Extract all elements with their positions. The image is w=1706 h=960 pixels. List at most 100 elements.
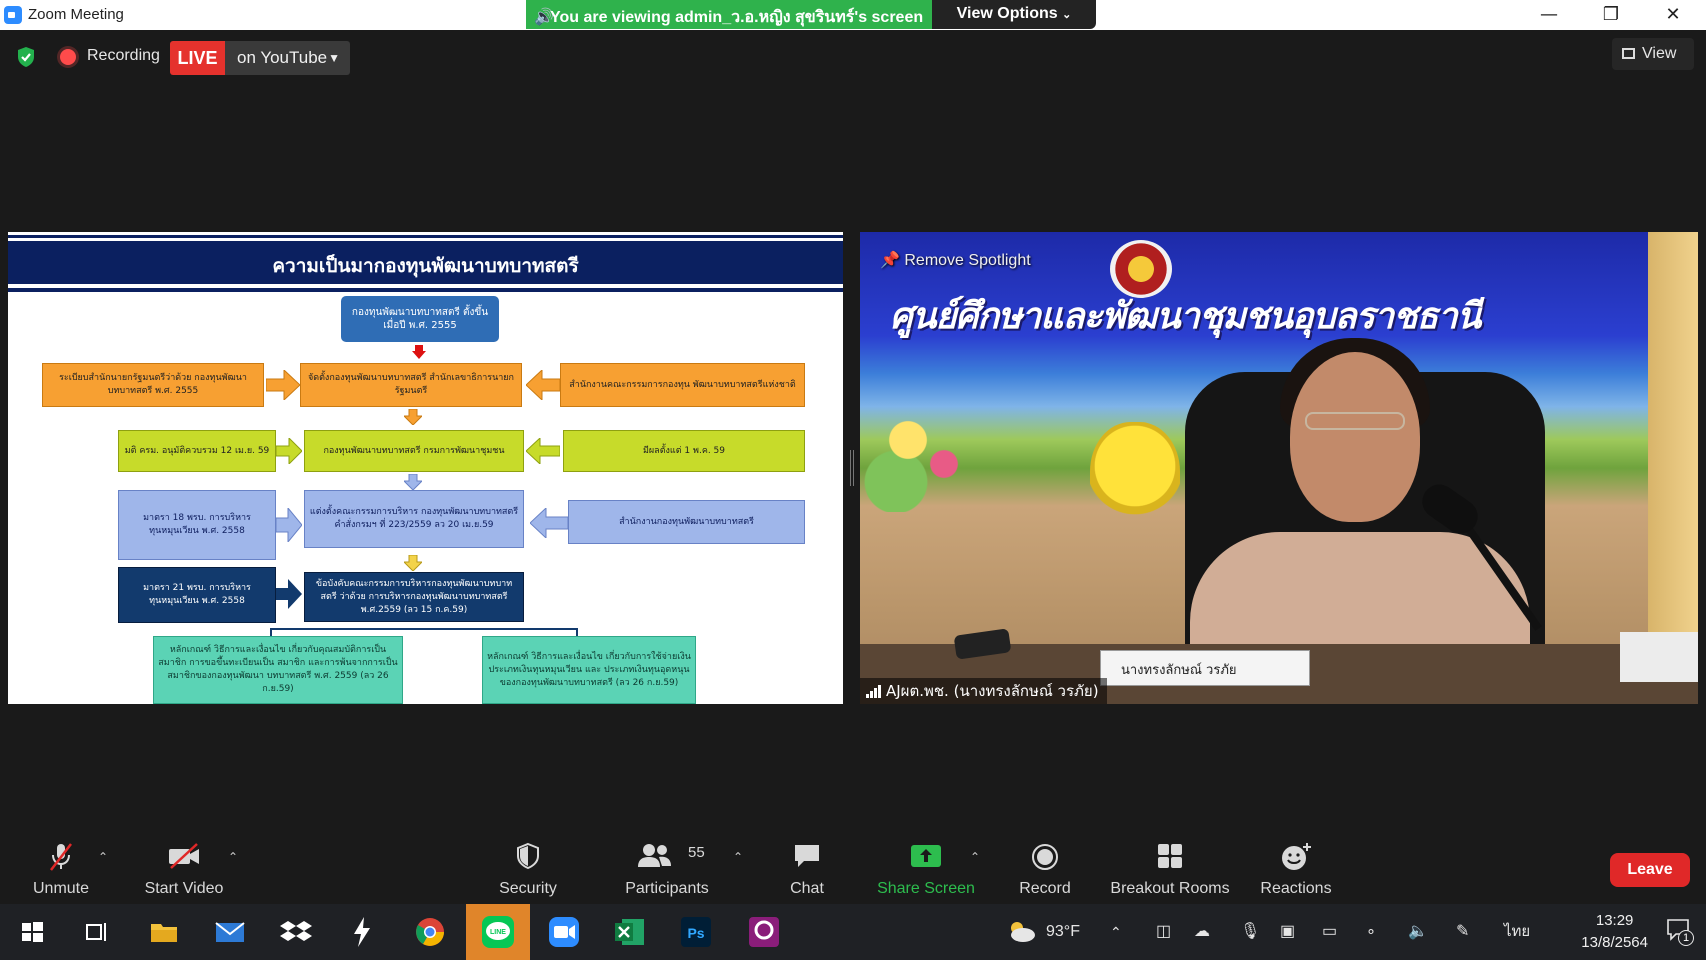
flower-bouquet [1090,422,1180,532]
windows-start-icon[interactable] [12,912,52,952]
task-view-icon[interactable] [76,912,116,952]
temperature[interactable]: 93°F [1046,904,1080,960]
meeting-toolbar: Unmute ⌃ Start Video ⌃ Security 55 Parti… [0,834,1706,904]
notification-center-button[interactable]: 1 [1666,918,1694,946]
viewing-banner-text: You are viewing admin_ว.อ.หญิง สุขรินทร์… [550,9,924,26]
meet-now-icon[interactable]: ◫ [1156,904,1171,960]
row5-right-box: หลักเกณฑ์ วิธีการและเงื่อนไข เกี่ยวกับกา… [482,636,696,704]
onedrive-cloud-icon[interactable]: ☁ [1194,904,1210,960]
breakout-rooms-button[interactable]: Breakout Rooms [1108,834,1232,904]
mail-icon[interactable] [210,912,250,952]
lightning-app-icon[interactable] [342,912,382,952]
chevron-down-icon: ⌄ [1062,9,1072,21]
zoom-taskbar-icon[interactable] [544,912,584,952]
volume-icon[interactable]: 🔈 [1408,904,1428,960]
notification-count: 1 [1678,930,1694,946]
minimize-button[interactable]: — [1526,0,1572,30]
start-video-button[interactable]: Start Video [136,834,232,904]
row4-center-box: ข้อบังคับคณะกรรมการบริหารกองทุนพัฒนาบทบา… [304,572,524,622]
microphone-tray-icon[interactable]: 🎙 [1240,904,1260,960]
record-icon [1032,844,1058,870]
audio-options-caret-icon[interactable]: ⌃ [98,850,108,864]
battery-icon[interactable]: ▭ [1322,904,1337,960]
zoom-app-icon [4,6,22,24]
connector-line [270,628,578,630]
recording-label: Recording [87,47,160,64]
spotlight-video[interactable]: ศูนย์ศึกษาและพัฒนาชุมชนอุบลราชธานี นางทร… [860,232,1698,704]
arrow-right-icon [276,438,302,464]
display-tray-icon[interactable]: ▣ [1280,904,1295,960]
row3-left-box: มาตรา 18 พรบ. การบริหารทุนหมุนเวียน พ.ศ.… [118,490,276,560]
documents [1620,632,1698,682]
dropbox-icon[interactable] [276,912,316,952]
view-options-button[interactable]: View Options ⌄ [932,0,1096,29]
system-clock[interactable]: 13:29 13/8/2564 [1581,910,1648,954]
participants-options-caret-icon[interactable]: ⌃ [733,850,743,864]
file-explorer-icon[interactable] [144,912,184,952]
remove-spotlight-button[interactable]: 📌 Remove Spotlight [880,250,1031,270]
excel-icon[interactable] [610,912,650,952]
participants-button[interactable]: 55 Participants [620,834,714,904]
arrow-down-icon [412,345,426,359]
chevron-up-icon[interactable]: ⌃ [1110,904,1122,960]
chat-button[interactable]: Chat [772,834,842,904]
speaker-head [1290,352,1420,522]
arrow-down-icon [404,555,422,571]
share-options-caret-icon[interactable]: ⌃ [970,850,980,864]
participant-name-label: AJผต.พช. (นางทรงลักษณ์ วรภัย) [860,678,1107,704]
participants-count: 55 [688,844,705,861]
arrow-down-icon [404,409,422,425]
slide-header: ความเป็นมากองทุนพัฒนาบทบาทสตรี [8,238,843,288]
leave-button[interactable]: Leave [1610,853,1690,887]
viewing-banner: 🔊You are viewing admin_ว.อ.หญิง สุขรินทร… [526,0,932,29]
grid-view-icon [1622,48,1635,59]
line-app-icon[interactable]: LINE [478,912,518,952]
record-label: Record [1019,880,1071,897]
arrow-right-icon [276,508,302,542]
pdf-app-icon[interactable] [744,912,784,952]
breakout-rooms-icon [1158,844,1182,868]
windows-taskbar: LINE Ps 93°F ⌃ ◫ ☁ 🎙 ▣ ▭ ∘ 🔈 ✎ ไทย 13:29… [0,904,1706,960]
microphone-muted-icon [50,843,72,871]
restore-button[interactable]: ❐ [1588,0,1634,30]
close-button[interactable]: ✕ [1650,0,1696,30]
decorative-flowers [860,392,980,512]
security-button[interactable]: Security [488,834,568,904]
arrow-left-icon [526,438,560,464]
recording-dot-icon [60,49,76,65]
input-language[interactable]: ไทย [1504,904,1530,960]
chat-label: Chat [790,880,824,897]
unmute-button[interactable]: Unmute [20,834,102,904]
panel-resize-handle[interactable] [850,450,854,486]
pin-icon: 📌 [880,252,900,269]
row1-left-box: ระเบียบสำนักนายกรัฐมนตรีว่าด้วย กองทุนพั… [42,363,264,407]
window-title: Zoom Meeting [28,6,124,23]
chrome-icon[interactable] [410,912,450,952]
desk-nameplate: นางทรงลักษณ์ วรภัย [1100,650,1310,686]
view-label: View [1642,45,1677,62]
weather-cloud-icon[interactable] [1006,918,1036,944]
reactions-button[interactable]: Reactions [1256,834,1336,904]
photoshop-icon[interactable]: Ps [676,912,716,952]
background-banner-text: ศูนย์ศึกษาและพัฒนาชุมชนอุบลราชธานี [890,295,1481,337]
caret-down-icon: ▼ [328,51,340,65]
row2-center-box: กองทุนพัฒนาบทบาทสตรี กรมการพัฒนาชุมชน [304,430,524,472]
shared-screen-slide: ความเป็นมากองทุนพัฒนาบทบาทสตรี กองทุนพัฒ… [8,232,843,704]
unmute-label: Unmute [32,880,90,897]
participant-name: AJผต.พช. (นางทรงลักษณ์ วรภัย) [886,682,1099,700]
chat-bubble-icon [795,845,819,867]
clock-date: 13/8/2564 [1581,934,1648,951]
pen-icon[interactable]: ✎ [1456,904,1469,960]
video-options-caret-icon[interactable]: ⌃ [228,850,238,864]
row5-left-box: หลักเกณฑ์ วิธีการและเงื่อนไข เกี่ยวกับคุ… [153,636,403,704]
youtube-label: on YouTube [237,48,328,67]
live-on-youtube-button[interactable]: on YouTube ▼ [225,41,350,75]
record-button[interactable]: Record [1008,834,1082,904]
title-bar: Zoom Meeting 🔊You are viewing admin_ว.อ.… [0,0,1706,30]
svg-text:Ps: Ps [687,925,704,941]
wifi-icon[interactable]: ∘ [1366,904,1376,960]
encryption-shield-icon[interactable] [16,46,36,68]
view-button[interactable]: View [1612,38,1694,70]
share-screen-button[interactable]: Share Screen [872,834,980,904]
start-video-label: Start Video [144,880,224,897]
